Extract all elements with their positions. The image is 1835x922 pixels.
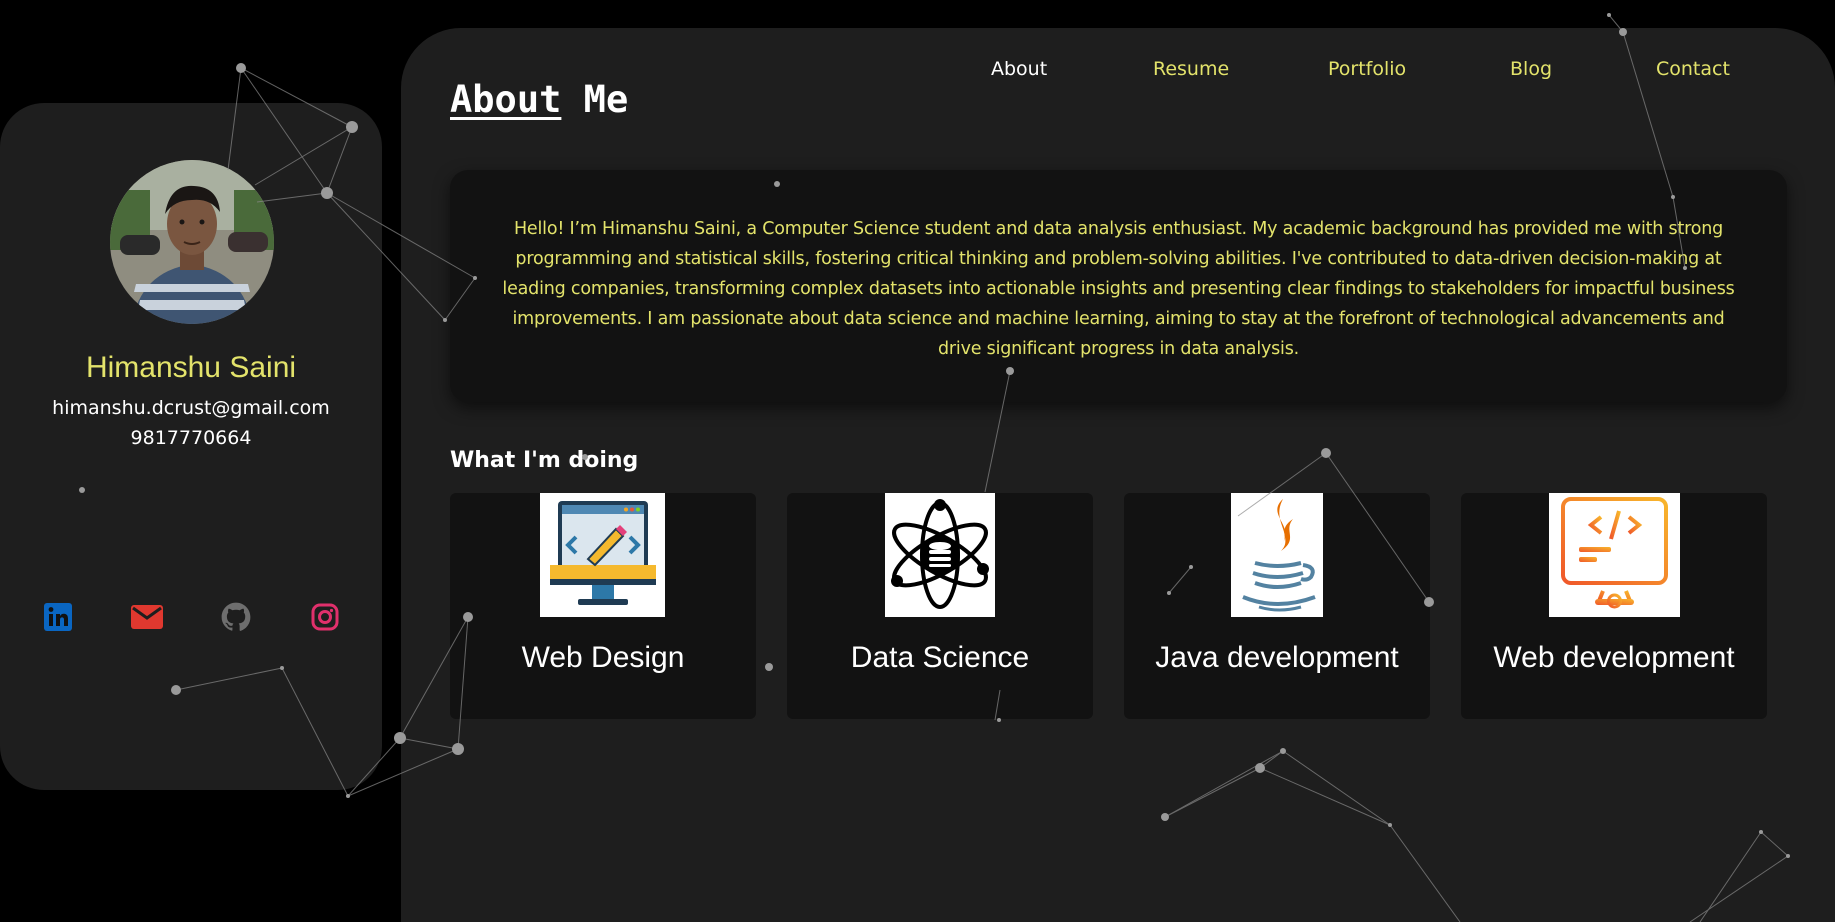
about-card: Hello! I’m Himanshu Saini, a Computer Sc… xyxy=(450,170,1787,402)
data-science-icon xyxy=(885,493,995,617)
web-design-icon xyxy=(540,493,665,617)
service-card-data-science[interactable]: Data Science xyxy=(787,493,1093,719)
web-development-icon xyxy=(1549,493,1680,617)
service-card-web-development[interactable]: Web development xyxy=(1461,493,1767,719)
service-card-java[interactable]: Java development xyxy=(1124,493,1430,719)
avatar xyxy=(110,160,274,324)
nav-resume[interactable]: Resume xyxy=(1153,58,1229,80)
java-icon xyxy=(1231,493,1323,617)
page-title-me: Me xyxy=(583,78,629,121)
nav-about[interactable]: About xyxy=(991,58,1047,80)
profile-sidebar: Himanshu Saini himanshu.dcrust@gmail.com… xyxy=(0,103,382,790)
email-link[interactable] xyxy=(131,601,163,633)
service-label: Web development xyxy=(1493,641,1735,674)
nav-contact[interactable]: Contact xyxy=(1656,58,1730,80)
page-title: About Me xyxy=(450,78,628,121)
about-text: Hello! I’m Himanshu Saini, a Computer Sc… xyxy=(502,219,1735,359)
services-heading: What I'm doing xyxy=(450,448,639,473)
github-link[interactable] xyxy=(220,601,252,633)
mail-icon xyxy=(131,605,163,629)
github-icon xyxy=(221,602,251,631)
linkedin-link[interactable] xyxy=(42,601,74,633)
nav-portfolio[interactable]: Portfolio xyxy=(1328,58,1406,80)
profile-name: Himanshu Saini xyxy=(85,351,297,384)
linkedin-icon xyxy=(44,603,72,631)
main-panel: About Resume Portfolio Blog Contact Abou… xyxy=(401,28,1835,922)
nav-blog[interactable]: Blog xyxy=(1510,58,1552,80)
service-label: Data Science xyxy=(850,641,1030,674)
service-label: Java development xyxy=(1155,641,1399,674)
page-title-about: About xyxy=(450,78,562,121)
profile-email[interactable]: himanshu.dcrust@gmail.com xyxy=(0,397,382,419)
profile-phone: 9817770664 xyxy=(130,427,252,449)
instagram-icon xyxy=(311,603,339,631)
service-label: Web Design xyxy=(521,641,685,674)
instagram-link[interactable] xyxy=(309,601,341,633)
service-card-web-design[interactable]: Web Design xyxy=(450,493,756,719)
